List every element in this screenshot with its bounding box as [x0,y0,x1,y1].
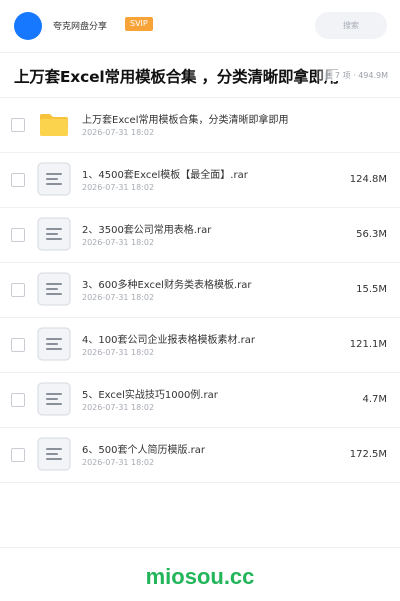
search-button[interactable]: 搜索 [315,12,387,39]
file-list: 上万套Excel常用模板合集，分类清晰即拿即用 2026-07-31 18:02 1… [0,98,400,483]
title-bar: 上万套Excel常用模板合集 ，分类清晰即拿即用 共 7 项 · 494.9M [0,53,400,98]
file-date: 2026-07-31 18:02 [82,183,155,192]
file-size: 15.5M [356,284,387,295]
file-size: 4.7M [362,394,387,405]
search-label: 搜索 [343,21,359,30]
row-checkbox[interactable] [11,173,25,187]
file-date: 2026-07-31 18:02 [82,293,155,302]
footer: miosou.cc [0,547,400,601]
user-avatar[interactable] [14,12,42,40]
row-checkbox[interactable] [11,448,25,462]
file-date: 2026-07-31 18:02 [82,403,155,412]
file-name: 2、3500套公司常用表格.rar [82,225,212,236]
file-size: 56.3M [356,229,387,240]
archive-file-icon [37,437,71,471]
file-date: 2026-07-31 18:02 [82,348,155,357]
file-name: 3、600多种Excel财务类表格模板.rar [82,280,252,291]
file-name: 6、500套个人简历模版.rar [82,445,205,456]
file-name: 4、100套公司企业报表格模板素材.rar [82,335,255,346]
file-row[interactable]: 4、100套公司企业报表格模板素材.rar 2026-07-31 18:02 121… [0,318,400,373]
folder-icon [37,107,71,141]
svip-badge: SVIP [125,17,153,31]
file-row[interactable]: 1、4500套Excel模板【最全面】.rar 2026-07-31 18:02 1… [0,153,400,208]
archive-file-icon [37,162,71,196]
file-name: 5、Excel实战技巧1000例.rar [82,390,218,401]
row-checkbox[interactable] [11,118,25,132]
page-title: 上万套Excel常用模板合集 ，分类清晰即拿即用 [14,68,340,86]
row-checkbox[interactable] [11,338,25,352]
file-date: 2026-07-31 18:02 [82,128,155,137]
file-row[interactable]: 2、3500套公司常用表格.rar 2026-07-31 18:02 56.3M [0,208,400,263]
row-checkbox[interactable] [11,283,25,297]
archive-file-icon [37,382,71,416]
file-row[interactable]: 上万套Excel常用模板合集，分类清晰即拿即用 2026-07-31 18:02 [0,98,400,153]
archive-file-icon [37,327,71,361]
archive-file-icon [37,272,71,306]
top-bar: 夸克网盘分享 SVIP 搜索 [0,0,400,53]
file-row[interactable]: 5、Excel实战技巧1000例.rar 2026-07-31 18:02 4.7M [0,373,400,428]
file-size: 124.8M [349,174,387,185]
row-checkbox[interactable] [11,393,25,407]
file-size: 172.5M [349,449,387,460]
share-title: 夸克网盘分享 [53,22,108,32]
file-size: 121.1M [349,339,387,350]
file-date: 2026-07-31 18:02 [82,458,155,467]
watermark: miosou.cc [145,564,255,589]
file-row[interactable]: 3、600多种Excel财务类表格模板.rar 2026-07-31 18:02 1… [0,263,400,318]
row-checkbox[interactable] [11,228,25,242]
archive-file-icon [37,217,71,251]
file-name: 上万套Excel常用模板合集，分类清晰即拿即用 [82,115,289,126]
file-name: 1、4500套Excel模板【最全面】.rar [82,170,248,181]
file-count-size: 共 7 项 · 494.9M [316,70,388,81]
file-date: 2026-07-31 18:02 [82,238,155,247]
file-row[interactable]: 6、500套个人简历模版.rar 2026-07-31 18:02 172.5M [0,428,400,483]
